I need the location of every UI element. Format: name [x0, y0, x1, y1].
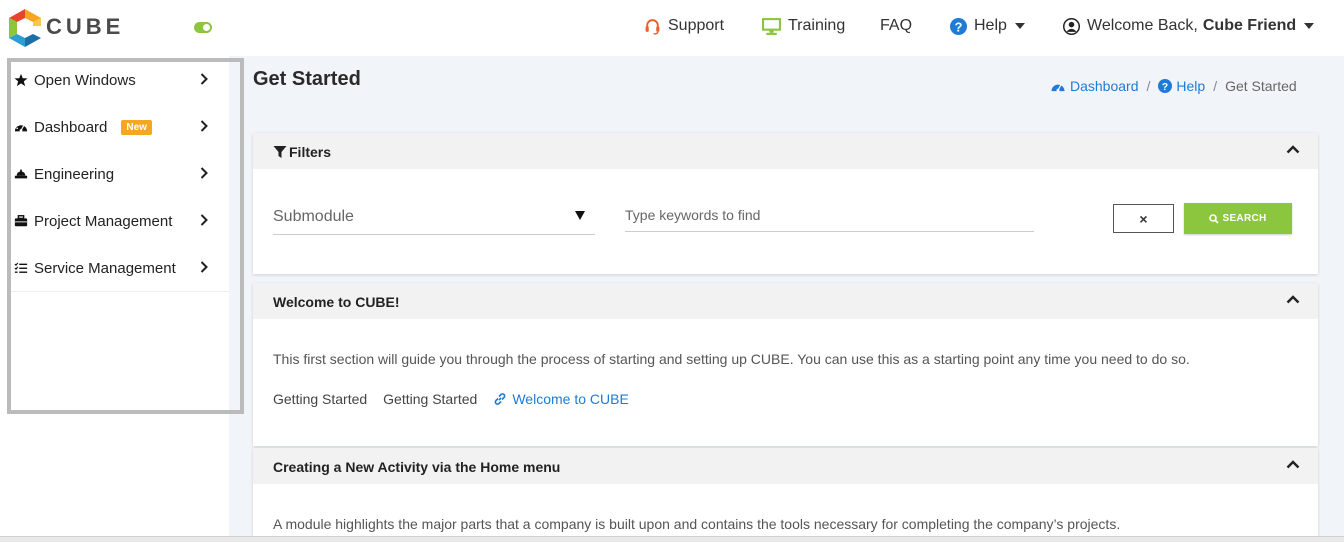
welcome-to-cube-link-label: Welcome to CUBE — [512, 391, 629, 407]
dropdown-arrow-icon — [575, 211, 585, 220]
nav-training[interactable]: Training — [762, 17, 845, 35]
theme-toggle[interactable] — [194, 22, 212, 33]
filters-card: Filters Submodule × SEARCH — [253, 133, 1318, 274]
activity-card-description: A module highlights the major parts that… — [273, 516, 1121, 532]
chevron-up-icon[interactable] — [1286, 145, 1300, 154]
nav-faq[interactable]: FAQ — [880, 17, 912, 35]
nav-help-label: Help — [974, 17, 1007, 34]
breadcrumb-help[interactable]: ? Help — [1158, 78, 1205, 94]
welcome-to-cube-link[interactable]: Welcome to CUBE — [493, 391, 644, 407]
activity-card-header[interactable]: Creating a New Activity via the Home men… — [253, 448, 1318, 484]
svg-text:?: ? — [1162, 81, 1168, 93]
submodule-select[interactable]: Submodule — [273, 199, 595, 235]
clear-filters-button[interactable]: × — [1113, 204, 1174, 233]
filters-header[interactable]: Filters — [253, 133, 1318, 169]
activity-card: Creating a New Activity via the Home men… — [253, 448, 1318, 542]
submodule-select-value: Submodule — [273, 208, 354, 225]
search-button[interactable]: SEARCH — [1184, 203, 1292, 234]
nav-faq-label: FAQ — [880, 17, 913, 34]
welcome-card-links: Getting Started Getting Started Welcome … — [273, 391, 645, 407]
search-icon — [1209, 213, 1220, 224]
welcome-card-header[interactable]: Welcome to CUBE! — [253, 283, 1318, 319]
logo-text: CUBE — [46, 14, 125, 39]
bottom-status-strip — [0, 536, 1344, 542]
breadcrumb-help-label: Help — [1176, 78, 1206, 94]
chevron-down-icon — [1014, 23, 1025, 29]
chevron-up-icon[interactable] — [1286, 460, 1300, 469]
user-menu[interactable]: Welcome Back, Cube Friend — [1063, 17, 1315, 35]
category-tag: Getting Started — [273, 391, 368, 407]
monitor-icon — [762, 17, 781, 35]
chevron-up-icon[interactable] — [1286, 295, 1300, 304]
welcome-card: Welcome to CUBE! This first section will… — [253, 283, 1318, 446]
sidebar-highlight-frame — [7, 58, 244, 414]
breadcrumb-dashboard-label: Dashboard — [1070, 78, 1139, 94]
user-circle-icon — [1063, 17, 1080, 35]
page-title: Get Started — [253, 68, 361, 90]
headset-icon — [645, 18, 660, 35]
svg-text:?: ? — [955, 19, 963, 34]
question-circle-icon: ? — [1158, 79, 1173, 93]
welcome-card-title: Welcome to CUBE! — [273, 294, 400, 310]
activity-card-title: Creating a New Activity via the Home men… — [273, 459, 561, 475]
search-button-label: SEARCH — [1222, 213, 1267, 224]
chevron-down-icon — [1304, 23, 1315, 29]
nav-help[interactable]: ? Help — [950, 17, 1025, 35]
welcome-card-description: This first section will guide you throug… — [273, 351, 1190, 367]
link-icon — [494, 393, 506, 405]
breadcrumb: Dashboard / ? Help / Get Started — [1050, 78, 1297, 94]
nav-support-label: Support — [668, 17, 725, 34]
subcategory-tag: Getting Started — [383, 391, 478, 407]
keyword-search-input[interactable] — [625, 199, 1034, 232]
nav-support[interactable]: Support — [644, 17, 724, 35]
breadcrumb-current: Get Started — [1225, 78, 1297, 94]
filters-title-label: Filters — [289, 144, 332, 160]
filters-title: Filters — [273, 144, 331, 160]
breadcrumb-separator: / — [1146, 78, 1151, 94]
user-name: Cube Friend — [1202, 17, 1297, 34]
dashboard-icon — [1051, 84, 1065, 92]
breadcrumb-separator: / — [1213, 78, 1218, 94]
welcome-prefix: Welcome Back, — [1087, 17, 1198, 34]
top-bar: CUBE Support Training FAQ ? Help Welcome… — [0, 0, 1344, 56]
question-circle-icon: ? — [950, 17, 967, 35]
nav-training-label: Training — [788, 17, 846, 34]
filter-icon — [273, 146, 287, 158]
cube-logo-icon[interactable] — [8, 8, 42, 48]
breadcrumb-dashboard[interactable]: Dashboard — [1050, 78, 1139, 94]
